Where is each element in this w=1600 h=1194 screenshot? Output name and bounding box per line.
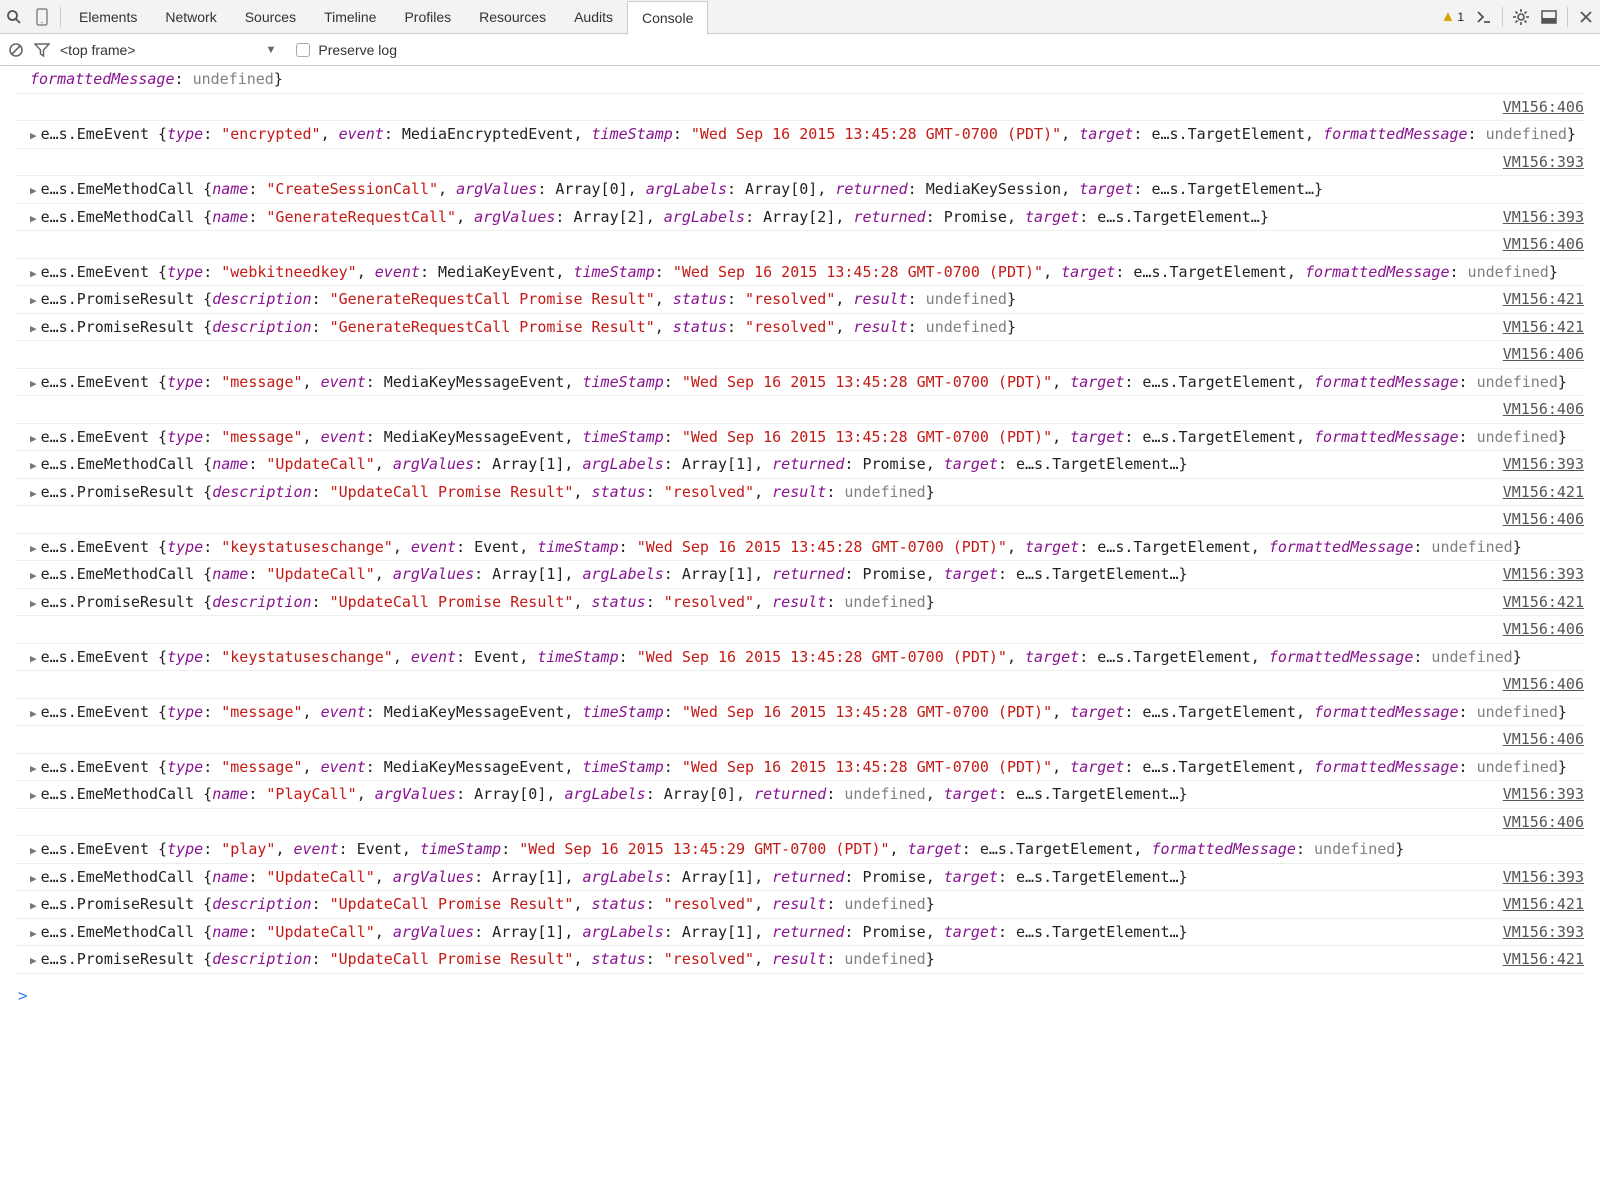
log-entry: ▶e…s.PromiseResult {description: "Update… [16, 589, 1584, 617]
expand-icon[interactable]: ▶ [30, 954, 37, 967]
log-entry: ▶e…s.EmeMethodCall {name: "UpdateCall", … [16, 561, 1584, 589]
source-link[interactable]: VM156:406 [1483, 96, 1584, 119]
source-link[interactable]: VM156:421 [1483, 591, 1584, 614]
expand-icon[interactable]: ▶ [30, 762, 37, 775]
console-output: formattedMessage: undefined}VM156:406▶e…… [0, 66, 1600, 982]
tab-sources[interactable]: Sources [231, 0, 310, 34]
log-entry: ▶e…s.PromiseResult {description: "Update… [16, 891, 1584, 919]
expand-icon[interactable]: ▶ [30, 377, 37, 390]
panel-tabs: ElementsNetworkSourcesTimelineProfilesRe… [65, 0, 708, 34]
source-link[interactable]: VM156:421 [1483, 288, 1584, 311]
expand-icon[interactable]: ▶ [30, 707, 37, 720]
log-entry: ▶e…s.EmeEvent {type: "message", event: M… [16, 699, 1584, 727]
gear-icon[interactable] [1507, 8, 1535, 26]
log-entry: ▶e…s.EmeMethodCall {name: "CreateSession… [16, 176, 1584, 204]
console-prompt-icon[interactable] [1470, 10, 1498, 24]
source-link[interactable]: VM156:393 [1483, 151, 1584, 174]
log-entry: ▶e…s.PromiseResult {description: "Update… [16, 946, 1584, 974]
log-entry: ▶e…s.EmeEvent {type: "webkitneedkey", ev… [16, 259, 1584, 287]
tab-timeline[interactable]: Timeline [310, 0, 390, 34]
expand-icon[interactable]: ▶ [30, 844, 37, 857]
log-entry: ▶e…s.EmeEvent {type: "play", event: Even… [16, 836, 1584, 864]
source-link[interactable]: VM156:421 [1483, 893, 1584, 916]
log-entry: ▶e…s.EmeEvent {type: "keystatuseschange"… [16, 644, 1584, 672]
source-link[interactable]: VM156:393 [1483, 206, 1584, 229]
search-icon[interactable] [0, 9, 28, 25]
tab-console[interactable]: Console [627, 1, 708, 35]
source-link[interactable]: VM156:406 [1483, 728, 1584, 751]
source-link[interactable]: VM156:421 [1483, 948, 1584, 971]
log-entry: ▶e…s.EmeMethodCall {name: "PlayCall", ar… [16, 781, 1584, 809]
expand-icon[interactable]: ▶ [30, 212, 37, 225]
expand-icon[interactable]: ▶ [30, 459, 37, 472]
expand-icon[interactable]: ▶ [30, 487, 37, 500]
log-entry: ▶e…s.EmeMethodCall {name: "UpdateCall", … [16, 864, 1584, 892]
expand-icon[interactable]: ▶ [30, 872, 37, 885]
chevron-down-icon: ▼ [266, 44, 277, 56]
expand-icon[interactable]: ▶ [30, 927, 37, 940]
log-entry: ▶e…s.EmeMethodCall {name: "UpdateCall", … [16, 919, 1584, 947]
expand-icon[interactable]: ▶ [30, 294, 37, 307]
expand-icon[interactable]: ▶ [30, 569, 37, 582]
expand-icon[interactable]: ▶ [30, 129, 37, 142]
frame-selector[interactable]: <top frame> ▼ [60, 42, 276, 58]
expand-icon[interactable]: ▶ [30, 184, 37, 197]
expand-icon[interactable]: ▶ [30, 652, 37, 665]
close-icon[interactable] [1572, 10, 1600, 24]
log-entry: ▶e…s.PromiseResult {description: "Genera… [16, 286, 1584, 314]
clear-icon[interactable] [8, 42, 24, 58]
log-entry: ▶e…s.PromiseResult {description: "Genera… [16, 314, 1584, 342]
device-icon[interactable] [28, 8, 56, 26]
console-prompt[interactable]: > [0, 982, 1600, 1009]
source-link[interactable]: VM156:406 [1483, 343, 1584, 366]
tab-resources[interactable]: Resources [465, 0, 560, 34]
source-link[interactable]: VM156:421 [1483, 316, 1584, 339]
source-link[interactable]: VM156:393 [1483, 563, 1584, 586]
source-link[interactable]: VM156:393 [1483, 453, 1584, 476]
expand-icon[interactable]: ▶ [30, 597, 37, 610]
expand-icon[interactable]: ▶ [30, 322, 37, 335]
source-link[interactable]: VM156:393 [1483, 866, 1584, 889]
dock-icon[interactable] [1535, 10, 1563, 24]
source-link[interactable]: VM156:406 [1483, 233, 1584, 256]
source-link[interactable]: VM156:406 [1483, 618, 1584, 641]
log-entry: ▶e…s.EmeEvent {type: "message", event: M… [16, 754, 1584, 782]
source-link[interactable]: VM156:406 [1483, 398, 1584, 421]
log-entry: ▶e…s.EmeEvent {type: "keystatuseschange"… [16, 534, 1584, 562]
log-entry: ▶e…s.EmeEvent {type: "message", event: M… [16, 369, 1584, 397]
log-entry: ▶e…s.PromiseResult {description: "Update… [16, 479, 1584, 507]
expand-icon[interactable]: ▶ [30, 267, 37, 280]
source-link[interactable]: VM156:393 [1483, 783, 1584, 806]
expand-icon[interactable]: ▶ [30, 432, 37, 445]
expand-icon[interactable]: ▶ [30, 542, 37, 555]
warning-indicator[interactable]: ▲1 [1440, 8, 1464, 25]
console-toolbar: <top frame> ▼ Preserve log [0, 34, 1600, 66]
devtools-tabbar: ElementsNetworkSourcesTimelineProfilesRe… [0, 0, 1600, 34]
tab-network[interactable]: Network [151, 0, 230, 34]
log-entry: ▶e…s.EmeEvent {type: "encrypted", event:… [16, 121, 1584, 149]
source-link[interactable]: VM156:421 [1483, 481, 1584, 504]
source-link[interactable]: VM156:406 [1483, 673, 1584, 696]
filter-icon[interactable] [34, 43, 50, 57]
log-entry: ▶e…s.EmeMethodCall {name: "UpdateCall", … [16, 451, 1584, 479]
log-entry: ▶e…s.EmeMethodCall {name: "GenerateReque… [16, 204, 1584, 232]
tab-profiles[interactable]: Profiles [390, 0, 465, 34]
expand-icon[interactable]: ▶ [30, 789, 37, 802]
log-entry: formattedMessage: undefined} [16, 66, 1584, 94]
tab-elements[interactable]: Elements [65, 0, 151, 34]
tab-audits[interactable]: Audits [560, 0, 627, 34]
source-link[interactable]: VM156:406 [1483, 811, 1584, 834]
preserve-log-checkbox[interactable]: Preserve log [296, 42, 397, 58]
source-link[interactable]: VM156:406 [1483, 508, 1584, 531]
expand-icon[interactable]: ▶ [30, 899, 37, 912]
log-entry: ▶e…s.EmeEvent {type: "message", event: M… [16, 424, 1584, 452]
source-link[interactable]: VM156:393 [1483, 921, 1584, 944]
